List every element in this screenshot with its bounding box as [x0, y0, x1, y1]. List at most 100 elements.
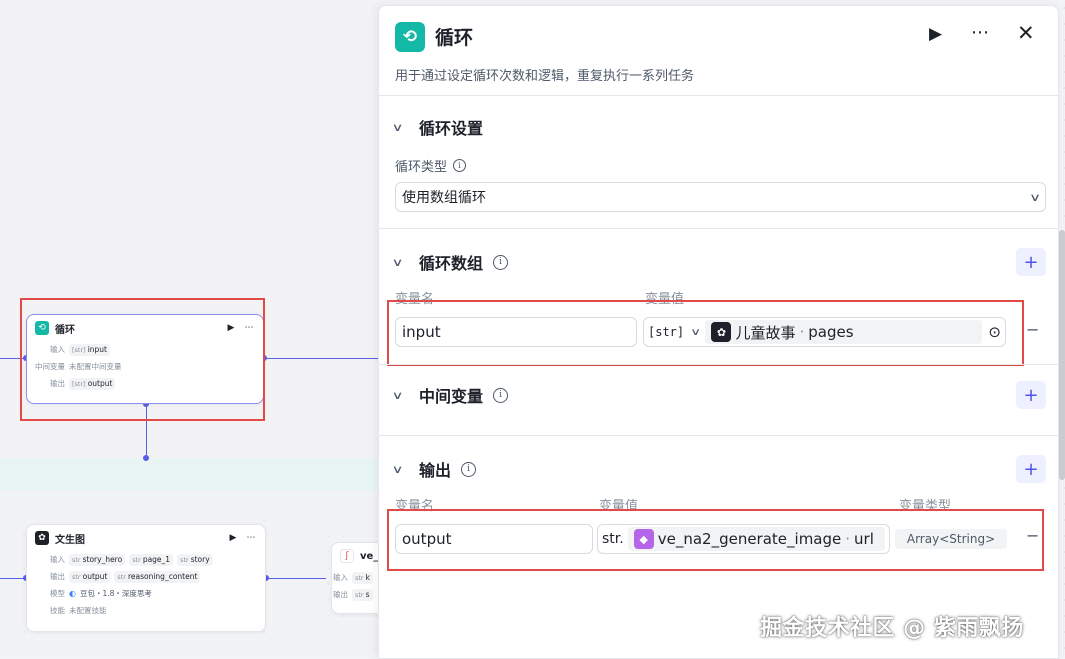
- info-icon[interactable]: i: [461, 461, 477, 477]
- more-icon[interactable]: ⋯: [243, 323, 255, 333]
- loop-node-input-row: 输入 [str] input: [27, 341, 263, 358]
- wenshengtu-node-header: ✿ 文生图 ▶ ⋯: [27, 525, 265, 551]
- col-var-type: 变量类型: [899, 499, 952, 514]
- more-icon[interactable]: ⋯: [971, 22, 990, 43]
- wenshengtu-node[interactable]: ✿ 文生图 ▶ ⋯ 输入 str story_hero str page_1 str…: [26, 524, 266, 632]
- ref-field-name: pages: [808, 323, 854, 341]
- section-loop-array-header[interactable]: ∨ 循环数组 i: [391, 250, 509, 274]
- loop-array-var-value-field[interactable]: [str] ∨ ✿ 儿童故事 · pages ⊙: [643, 317, 1006, 347]
- panel-scrollbar[interactable]: [1059, 230, 1065, 480]
- tag-value: story: [190, 555, 210, 564]
- remove-output-icon[interactable]: −: [1026, 526, 1039, 545]
- tag-value: output: [82, 572, 108, 581]
- var-tag: str output: [69, 570, 111, 583]
- chevron-down-icon[interactable]: ∨: [690, 327, 701, 338]
- loop-array-var-name-input[interactable]: input: [395, 317, 637, 347]
- add-intermediate-button[interactable]: +: [1016, 381, 1046, 409]
- tag-value: s: [365, 590, 370, 599]
- col-var-name: 变量名: [395, 292, 435, 307]
- row-label: 输出: [333, 590, 348, 599]
- input-value: input: [402, 323, 441, 341]
- remove-loop-array-icon[interactable]: −: [1026, 320, 1039, 339]
- wenshengtu-model-row: 模型 ◐ 豆包・1.8・深度思考: [27, 585, 265, 602]
- ref-separator: ·: [845, 530, 851, 548]
- loop-icon: ⟲: [35, 321, 49, 335]
- chevron-down-icon: ∨: [391, 462, 404, 476]
- info-icon[interactable]: i: [493, 387, 509, 403]
- row-value: 未配置技能: [69, 606, 107, 615]
- plugin-icon: ʃ: [340, 549, 354, 563]
- chevron-down-icon: ∨: [391, 120, 404, 134]
- loop-type-select[interactable]: 使用数组循环 ∨: [395, 182, 1046, 212]
- row-label: 输出: [50, 379, 65, 388]
- type-label: str: [355, 573, 364, 582]
- tag-value: story_hero: [82, 555, 123, 564]
- chevron-down-icon: ∨: [391, 255, 404, 269]
- loop-type-label: 循环类型 i: [395, 156, 467, 175]
- var-ref-pill[interactable]: ◆ ve_na2_generate_image · url: [627, 527, 885, 551]
- section-output-header[interactable]: ∨ 输出 i: [391, 457, 477, 481]
- ref-field-name: url: [854, 530, 874, 548]
- section-title: 循环数组: [419, 254, 484, 273]
- section-title: 中间变量: [419, 387, 484, 406]
- section-title: 输出: [419, 461, 452, 480]
- tag-value: reasoning_content: [127, 572, 198, 581]
- info-icon[interactable]: i: [493, 254, 509, 270]
- select-value: 使用数组循环: [402, 190, 486, 206]
- close-icon[interactable]: ✕: [1017, 21, 1035, 45]
- divider: [379, 364, 1058, 365]
- row-label: 输入: [50, 555, 65, 564]
- var-tag: str reasoning_content: [114, 570, 201, 583]
- row-label: 技能: [50, 606, 65, 615]
- play-icon[interactable]: ▶: [227, 533, 239, 543]
- wenshengtu-input-row: 输入 str story_hero str page_1 str story: [27, 551, 265, 568]
- chevron-down-icon: ∨: [1028, 190, 1042, 204]
- output-var-name-input[interactable]: output: [395, 524, 593, 554]
- section-loop-settings-header[interactable]: ∨ 循环设置: [391, 115, 484, 139]
- port-loop-body-end[interactable]: [143, 455, 149, 461]
- ref-separator: ·: [799, 323, 805, 341]
- chevron-down-icon: ∨: [391, 388, 404, 402]
- output-var-value-field[interactable]: str. ◆ ve_na2_generate_image · url: [597, 524, 890, 554]
- label-text: 循环类型: [395, 160, 448, 175]
- tag-value: input: [87, 345, 107, 354]
- row-label: 输入: [333, 573, 348, 582]
- variable-picker-icon[interactable]: ⊙: [988, 323, 1001, 341]
- add-loop-array-button[interactable]: +: [1016, 248, 1046, 276]
- info-icon[interactable]: i: [453, 159, 467, 172]
- type-label: [str]: [72, 345, 86, 354]
- more-icon[interactable]: ⋯: [245, 533, 257, 543]
- watermark: 掘金技术社区 @ 紫雨飘扬: [760, 616, 1024, 641]
- loop-node-header: ⟲ 循环 ▶ ⋯: [27, 315, 263, 341]
- type-label: [str]: [72, 379, 86, 388]
- play-icon[interactable]: ▶: [929, 24, 942, 44]
- loop-band: [0, 458, 390, 490]
- model-icon: ✿: [35, 531, 49, 545]
- doubao-icon: ◐: [69, 589, 76, 598]
- loop-node-output-row: 输出 [str] output: [27, 375, 263, 392]
- col-var-name: 变量名: [395, 499, 435, 514]
- play-icon[interactable]: ▶: [225, 323, 237, 333]
- ref-node-name: 儿童故事: [735, 323, 796, 342]
- var-tag: str story_hero: [69, 553, 126, 566]
- wenshengtu-output-row: 输出 str output str reasoning_content: [27, 568, 265, 585]
- var-tag: str story: [177, 553, 213, 566]
- var-tag: [str] input: [69, 343, 110, 356]
- row-value: 未配置中间变量: [69, 362, 122, 371]
- panel-title: 循环: [435, 27, 474, 49]
- section-intermediate-header[interactable]: ∨ 中间变量 i: [391, 383, 509, 407]
- ref-node-name: ve_na2_generate_image: [657, 530, 842, 548]
- var-tag: str s: [352, 588, 373, 601]
- loop-node[interactable]: ⟲ 循环 ▶ ⋯ 输入 [str] input 中间变量 未配置中间变量 输出 […: [26, 314, 264, 404]
- add-output-button[interactable]: +: [1016, 455, 1046, 483]
- type-badge: [str]: [648, 325, 685, 339]
- col-var-value: 变量值: [645, 292, 685, 307]
- row-label: 中间变量: [35, 362, 65, 371]
- wenshengtu-skill-row: 技能 未配置技能: [27, 602, 265, 619]
- var-ref-pill[interactable]: ✿ 儿童故事 · pages: [705, 320, 983, 344]
- section-title: 循环设置: [419, 119, 484, 138]
- story-node-icon: ✿: [711, 322, 732, 342]
- node-config-panel: ⟲ 循环 ▶ ⋯ ✕ 用于通过设定循环次数和逻辑，重复执行一系列任务 ∨ 循环设…: [378, 5, 1059, 659]
- divider: [379, 435, 1058, 436]
- plugin-icon: ◆: [633, 529, 654, 549]
